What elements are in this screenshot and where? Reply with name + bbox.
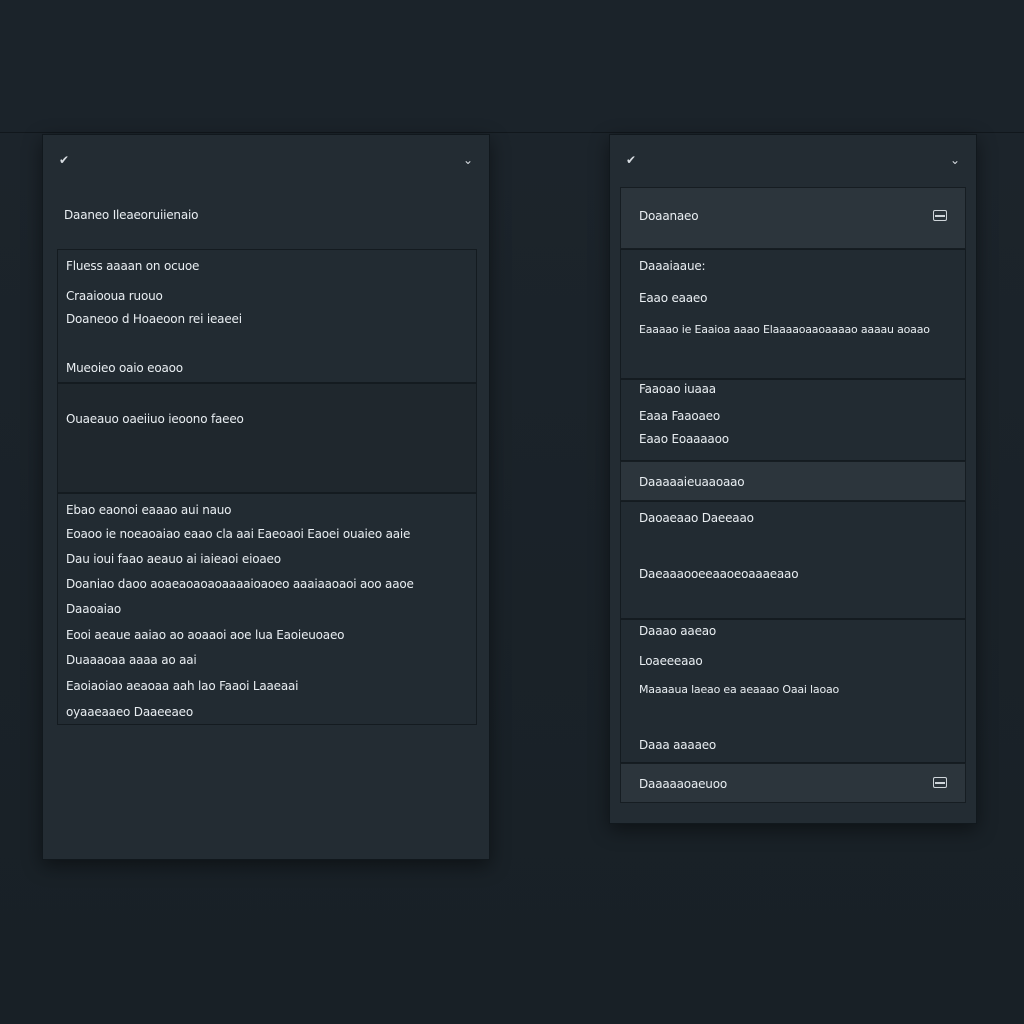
chevron-down-icon[interactable]: ⌄ [948, 153, 962, 167]
check-icon[interactable]: ✔︎ [624, 153, 638, 167]
left-section-2: Ouaeauo oaeiiuo ieoono faeeo [57, 383, 477, 493]
chevron-down-icon[interactable]: ⌄ [461, 153, 475, 167]
card-icon[interactable] [933, 777, 947, 788]
left-section-3-line: Daaoaiao [66, 602, 122, 616]
right-header-bottom-title: Daaaaaoaeuoo [639, 777, 727, 791]
left-section-3-line: Eoaoo ie noeaoaiao eaao cla aai Eaeoaoi … [66, 527, 411, 541]
left-section-3-line: oyaaeaaeo Daaeeaeo [66, 705, 193, 719]
left-section-3-line: Doaniao daoo aoaeaoaoaoaaaaioaoeo aaaiaa… [66, 577, 414, 591]
left-section-1: Fluess aaaan on ocuoe Craaiooua ruouo Do… [57, 249, 477, 383]
left-section-1-line: Craaiooua ruouo [66, 289, 163, 303]
right-section-3: Daoaeaao Daeeaao Daeaaaooeeaaoeoaaaeaao [620, 501, 966, 619]
right-section-4: Daaao aaeao Loaeeeaao Maaaaua laeao ea a… [620, 619, 966, 763]
right-section-4-line: Daaao aaeao [639, 624, 717, 638]
left-section-2-line: Ouaeauo oaeiiuo ieoono faeeo [66, 412, 244, 426]
right-section-4-line: Maaaaua laeao ea aeaaao Oaai laoao [639, 683, 840, 696]
left-panel: ✔︎ ⌄ Daaneo Ileaeoruiienaio Fluess aaaan… [42, 134, 490, 860]
left-section-3-line: Duaaaoaa aaaa ao aai [66, 653, 197, 667]
right-section-4-line: Daaa aaaaeo [639, 738, 717, 752]
right-section-1: Daaaiaaue: Eaao eaaeo Eaaaao ie Eaaioa a… [620, 249, 966, 379]
left-section-3-heading: Ebao eaonoi eaaao aui nauo [66, 503, 232, 517]
right-header-mid-title: Daaaaaieuaaoaao [639, 475, 745, 489]
right-section-2-line: Eaao Eoaaaaoo [639, 432, 729, 446]
right-section-2-line: Faaoao iuaaa [639, 382, 716, 396]
right-header-top-title: Doaanaeo [639, 209, 699, 223]
right-header-bottom[interactable]: Daaaaaoaeuoo [620, 763, 966, 803]
left-section-3-line: Eaoiaoiao aeaoaa aah lao Faaoi Laaeaai [66, 679, 299, 693]
top-bar [0, 0, 1024, 133]
right-section-2-line: Eaaa Faaoaeo [639, 409, 720, 423]
check-icon[interactable]: ✔︎ [57, 153, 71, 167]
left-section-1-line: Doaneoo d Hoaeoon rei ieaeei [66, 312, 242, 326]
right-section-3-line: Daeaaaooeeaaoeoaaaeaao [639, 567, 799, 581]
left-section-1-line: Mueoieo oaio eoaoo [66, 361, 183, 375]
right-section-4-line: Loaeeeaao [639, 654, 703, 668]
right-section-2: Faaoao iuaaa Eaaa Faaoaeo Eaao Eoaaaaoo [620, 379, 966, 461]
left-panel-title: Daaneo Ileaeoruiienaio [64, 208, 199, 222]
right-header-mid[interactable]: Daaaaaieuaaoaao [620, 461, 966, 501]
right-section-1-line: Eaaaao ie Eaaioa aaao Elaaaaoaaoaaaao aa… [639, 323, 930, 336]
right-section-1-line: Eaao eaaeo [639, 291, 708, 305]
left-section-3: Ebao eaonoi eaaao aui nauo Eoaoo ie noea… [57, 493, 477, 725]
right-header-top[interactable]: Doaanaeo [620, 187, 966, 249]
right-section-1-line: Daaaiaaue: [639, 259, 706, 273]
right-section-3-line: Daoaeaao Daeeaao [639, 511, 754, 525]
left-section-1-heading: Fluess aaaan on ocuoe [66, 259, 200, 273]
right-panel: ✔︎ ⌄ Doaanaeo Daaaiaaue: Eaao eaaeo Eaaa… [609, 134, 977, 824]
left-section-3-line: Dau ioui faao aeauo ai iaieaoi eioaeo [66, 552, 281, 566]
card-icon[interactable] [933, 210, 947, 221]
left-section-3-line: Eooi aeaue aaiao ao aoaaoi aoe lua Eaoie… [66, 628, 345, 642]
